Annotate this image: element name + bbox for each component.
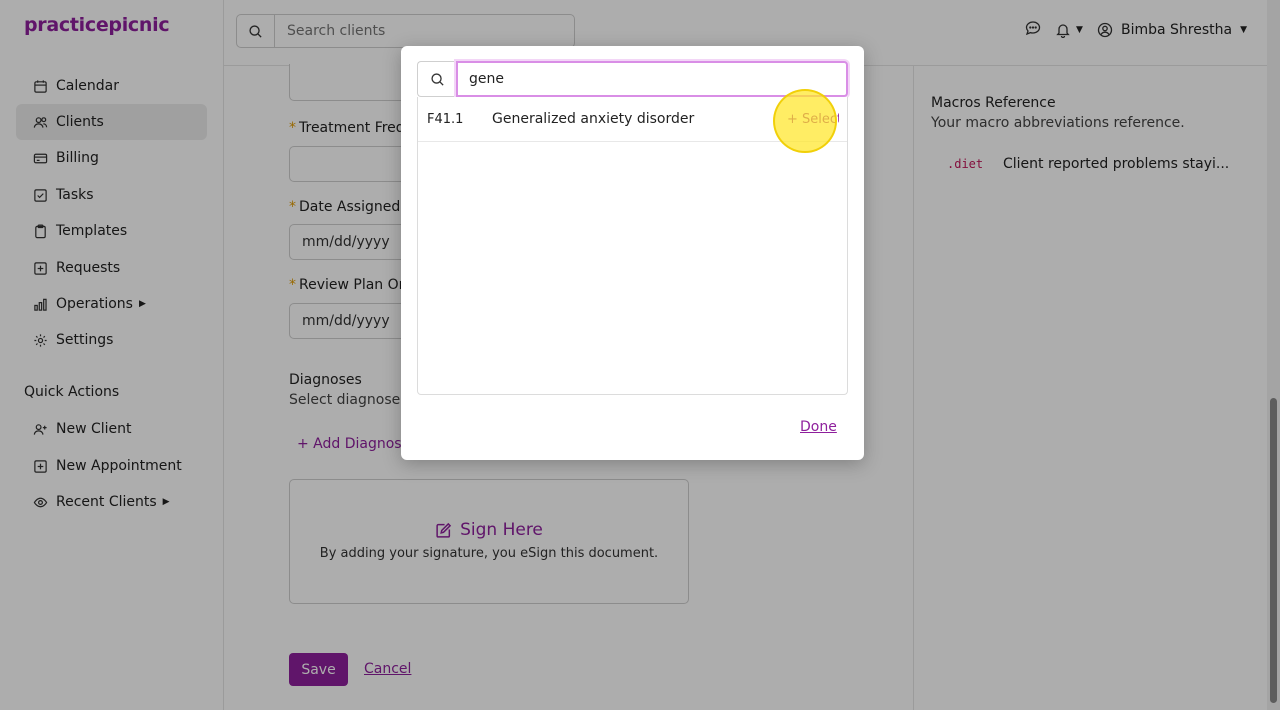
diagnosis-results-list: F41.1 Generalized anxiety disorder + Sel… <box>417 97 848 395</box>
diagnosis-search-input[interactable] <box>456 61 848 97</box>
list-item[interactable]: F41.1 Generalized anxiety disorder + Sel… <box>418 97 847 142</box>
done-button[interactable]: Done <box>800 419 837 435</box>
diagnosis-name: Generalized anxiety disorder <box>492 111 695 127</box>
search-icon <box>417 61 456 97</box>
diagnosis-search[interactable] <box>417 61 848 97</box>
select-diagnosis-button[interactable]: + Select <box>787 112 839 127</box>
diagnosis-code: F41.1 <box>427 111 464 127</box>
diagnosis-search-modal: F41.1 Generalized anxiety disorder + Sel… <box>401 46 864 460</box>
